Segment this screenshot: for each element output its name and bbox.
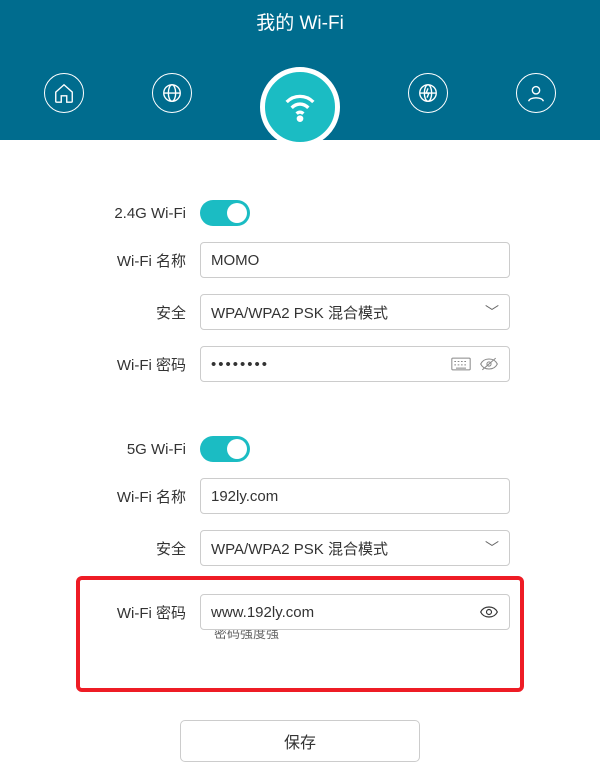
wifi5-password-input-wrap xyxy=(200,594,510,630)
chevron-down-icon: ﹀ xyxy=(485,302,499,322)
wifi24-security-label: 安全 xyxy=(90,302,200,323)
wifi5-toggle[interactable] xyxy=(200,436,250,462)
eye-icon[interactable] xyxy=(479,603,499,621)
wifi24-password-value[interactable]: •••••••• xyxy=(211,356,269,373)
wifi5-name-input[interactable] xyxy=(200,478,510,514)
wifi5-password-label: Wi-Fi 密码 xyxy=(90,602,200,623)
wifi24-toggle[interactable] xyxy=(200,200,250,226)
globe-icon[interactable] xyxy=(152,73,192,113)
wifi24-security-value: WPA/WPA2 PSK 混合模式 xyxy=(211,302,388,323)
wifi24-name-label: Wi-Fi 名称 xyxy=(90,250,200,271)
user-icon[interactable] xyxy=(516,73,556,113)
eye-off-icon[interactable] xyxy=(479,355,499,373)
wifi24-name-input[interactable] xyxy=(200,242,510,278)
wifi5-security-label: 安全 xyxy=(90,538,200,559)
wifi5-password-input[interactable] xyxy=(211,604,479,621)
wifi5-name-label: Wi-Fi 名称 xyxy=(90,486,200,507)
keyboard-icon[interactable] xyxy=(451,355,471,373)
home-icon[interactable] xyxy=(44,73,84,113)
chevron-down-icon: ﹀ xyxy=(485,538,499,558)
wifi24-password-label: Wi-Fi 密码 xyxy=(90,354,200,375)
wifi5-security-select[interactable]: WPA/WPA2 PSK 混合模式 ﹀ xyxy=(200,530,510,566)
wifi24-security-select[interactable]: WPA/WPA2 PSK 混合模式 ﹀ xyxy=(200,294,510,330)
nav-bar xyxy=(0,53,600,133)
wifi5-password-highlight: Wi-Fi 密码 密码强度强 xyxy=(76,576,524,692)
header: 我的 Wi-Fi xyxy=(0,0,600,140)
wifi5-security-value: WPA/WPA2 PSK 混合模式 xyxy=(211,538,388,559)
main-content: 2.4G Wi-Fi Wi-Fi 名称 安全 WPA/WPA2 PSK 混合模式… xyxy=(0,140,600,782)
save-button[interactable]: 保存 xyxy=(180,720,420,762)
wifi24-password-input-wrap: •••••••• xyxy=(200,346,510,382)
wifi-icon[interactable] xyxy=(260,67,340,147)
page-title: 我的 Wi-Fi xyxy=(0,0,600,35)
wifi5-title: 5G Wi-Fi xyxy=(90,441,200,458)
globe-bolt-icon[interactable] xyxy=(408,73,448,113)
wifi24-title: 2.4G Wi-Fi xyxy=(90,205,200,222)
